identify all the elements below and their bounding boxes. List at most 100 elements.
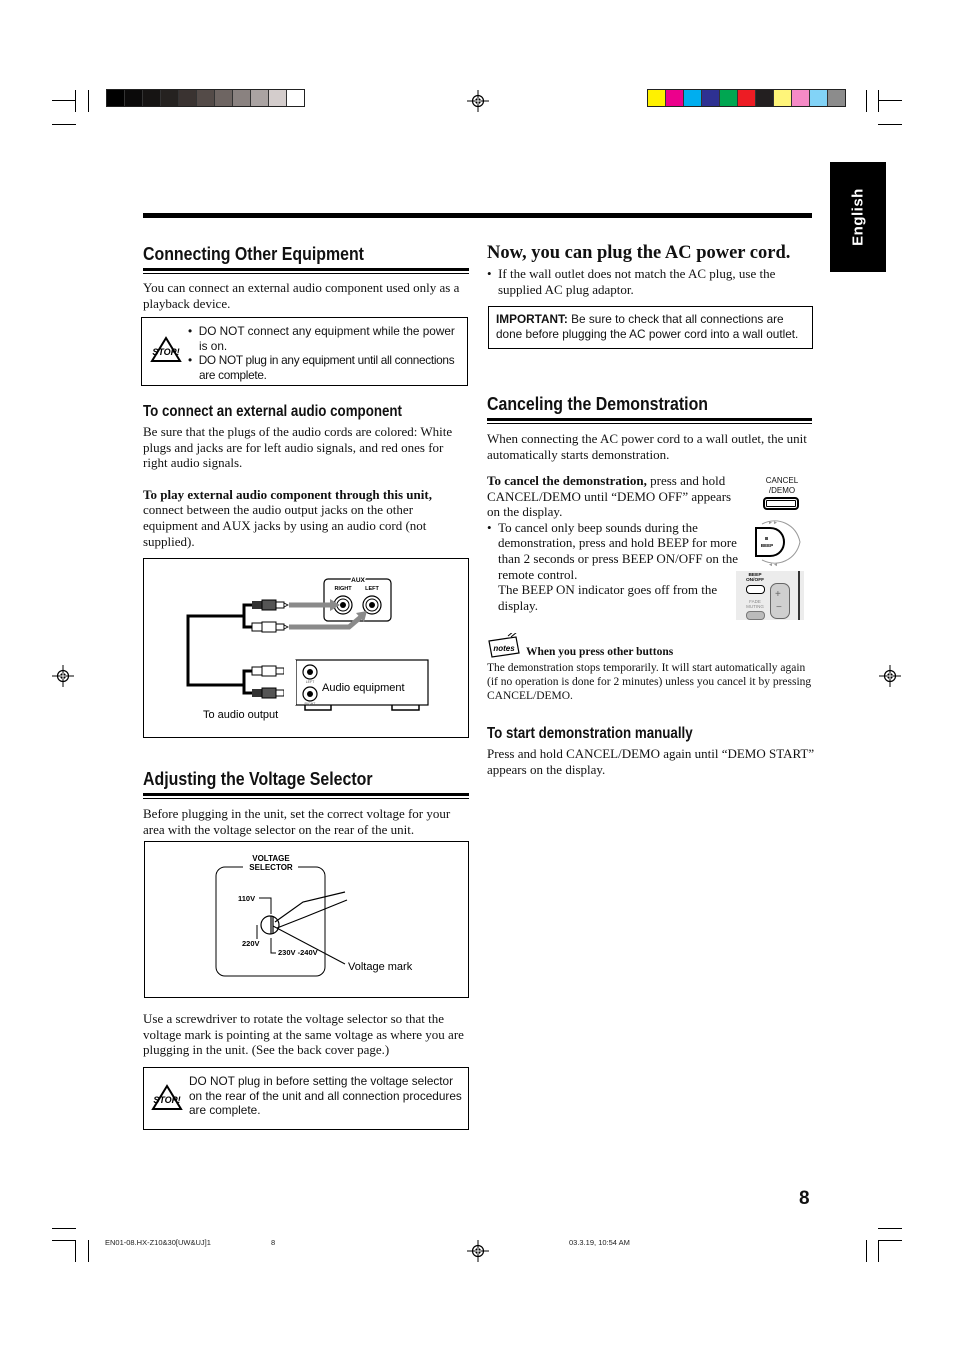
section-title: Connecting Other Equipment	[143, 243, 364, 264]
crop-mark	[878, 100, 902, 101]
crop-mark	[878, 1240, 902, 1241]
color-swatch	[287, 90, 304, 106]
svg-text:STOP!: STOP!	[153, 1095, 180, 1105]
beep-note: The BEEP ON indicator goes off from the …	[498, 582, 718, 613]
voltage-mark-label: Voltage mark	[348, 961, 413, 973]
section-voltage-selector: Adjusting the Voltage Selector Before pl…	[143, 768, 469, 837]
aux-right-label: RIGHT	[334, 586, 352, 592]
title-rule	[143, 798, 469, 799]
cancel-demo-text: To cancel the demonstration, press and h…	[487, 473, 742, 520]
stop-warning-box: STOP! • DO NOT connect any equipment whi…	[141, 317, 468, 386]
process-color-bar	[647, 89, 846, 107]
crop-mark	[878, 1240, 879, 1262]
remote-control-graphic: BEEP ON/OFF FADE MUTING + −	[736, 571, 804, 620]
cancel-label-line: /DEMO	[768, 486, 796, 495]
beep-button[interactable]	[755, 527, 786, 557]
voltage-230-240-label: 230V -240V	[278, 948, 318, 957]
voltage-selector-dial[interactable]	[260, 915, 280, 935]
cancel-label-line: CANCEL	[765, 476, 799, 485]
top-rule	[143, 213, 812, 218]
section-title: Adjusting the Voltage Selector	[143, 768, 373, 789]
title-rule	[143, 268, 469, 271]
section-title: Canceling the Demonstration	[487, 393, 709, 414]
remote-label-line: ON/OFF	[745, 578, 765, 583]
crop-mark	[88, 90, 89, 112]
important-box: IMPORTANT: Be sure to check that all con…	[488, 306, 813, 349]
intro-text: You can connect an external audio compon…	[143, 280, 460, 311]
color-swatch	[233, 90, 251, 106]
color-swatch	[648, 90, 666, 106]
minus-icon: −	[776, 602, 782, 613]
voltage-220-label: 220V	[242, 939, 260, 948]
cancel-demo-button[interactable]	[763, 497, 799, 510]
footer-page: 8	[271, 1238, 276, 1247]
color-swatch	[107, 90, 125, 106]
registration-mark-icon	[52, 665, 74, 687]
crop-mark	[75, 1240, 76, 1262]
subsection-start-demo: To start demonstration manually Press an…	[487, 725, 817, 777]
cancel-demo-instructions: To cancel the demonstration, press and h…	[487, 473, 742, 613]
equipment-left-jack-label: LEFT	[306, 680, 315, 684]
remote-beep-onoff-button[interactable]	[746, 585, 765, 594]
registration-mark-icon	[467, 1240, 489, 1262]
title-rule	[143, 793, 469, 796]
audio-cord	[186, 603, 252, 695]
color-swatch	[774, 90, 792, 106]
subsection-title: To start demonstration manually	[487, 725, 693, 742]
play-external-bold: To play external audio component through…	[143, 486, 432, 502]
crop-mark	[52, 1228, 76, 1229]
remote-beep-label: BEEP ON/OFF	[741, 573, 769, 583]
warning-text: DO NOT connect any equipment while the p…	[198, 324, 455, 353]
color-swatch	[179, 90, 197, 106]
ac-bullet-text: If the wall outlet does not match the AC…	[498, 266, 776, 297]
remote-volume-rocker[interactable]: + −	[770, 583, 790, 619]
color-swatch	[666, 90, 684, 106]
equipment-feet	[304, 705, 420, 711]
color-swatch	[828, 90, 845, 106]
crop-mark	[75, 90, 76, 112]
white-plug	[251, 665, 289, 677]
crop-mark	[878, 90, 879, 112]
crop-mark	[52, 1240, 76, 1241]
play-external-text: To play external audio component through…	[143, 487, 469, 549]
cord-color-text: Be sure that the plugs of the audio cord…	[143, 424, 453, 471]
subsection-title: To connect an external audio component	[143, 403, 402, 420]
svg-text:◄◄: ◄◄	[768, 562, 778, 568]
start-demo-text: Press and hold CANCEL/DEMO again until “…	[487, 746, 815, 777]
grayscale-color-bar	[106, 89, 305, 107]
equipment-right-jack	[302, 686, 318, 702]
crop-mark	[866, 90, 867, 112]
voltage-intro-text: Before plugging in the unit, set the cor…	[143, 806, 451, 837]
crop-mark	[52, 124, 76, 125]
white-plug	[251, 621, 289, 633]
equipment-left-jack	[302, 664, 318, 680]
page-number: 8	[799, 1188, 810, 1209]
beep-button-graphic: BEEP ►► ◄◄	[755, 520, 801, 568]
equipment-right-jack-label: RIGHT	[305, 702, 317, 706]
red-plug	[252, 687, 289, 699]
important-label: IMPORTANT:	[496, 312, 568, 326]
remote-fade-muting-button[interactable]	[746, 611, 765, 620]
voltage-selector-label: VOLTAGE	[252, 854, 290, 863]
section-canceling-demo: Canceling the Demonstration When connect…	[487, 393, 812, 462]
color-swatch	[251, 90, 269, 106]
cancel-demo-bold: To cancel the demonstration,	[487, 473, 647, 488]
warning-item: • DO NOT connect any equipment while the…	[188, 324, 455, 353]
cancel-demo-button-label: CANCEL /DEMO	[757, 476, 807, 496]
plus-icon: +	[775, 589, 781, 600]
notes-text: The demonstration stops temporarily. It …	[487, 662, 812, 702]
color-swatch	[125, 90, 143, 106]
warning-list: • DO NOT connect any equipment while the…	[188, 324, 460, 382]
remote-edge	[798, 571, 800, 620]
footer-timestamp: 03.3.19, 10:54 AM	[569, 1238, 630, 1247]
svg-text:STOP!: STOP!	[152, 347, 179, 357]
crop-mark	[866, 1240, 867, 1262]
aux-left-label: LEFT	[365, 586, 379, 592]
beep-button-label: BEEP	[761, 543, 773, 548]
beep-bullet-text: To cancel only beep sounds during the de…	[498, 519, 739, 582]
remote-fade-label: FADE MUTING	[741, 599, 769, 609]
crop-mark	[52, 100, 76, 101]
color-swatch	[197, 90, 215, 106]
red-plug	[252, 599, 289, 611]
important-text: IMPORTANT: Be sure to check that all con…	[496, 312, 808, 341]
